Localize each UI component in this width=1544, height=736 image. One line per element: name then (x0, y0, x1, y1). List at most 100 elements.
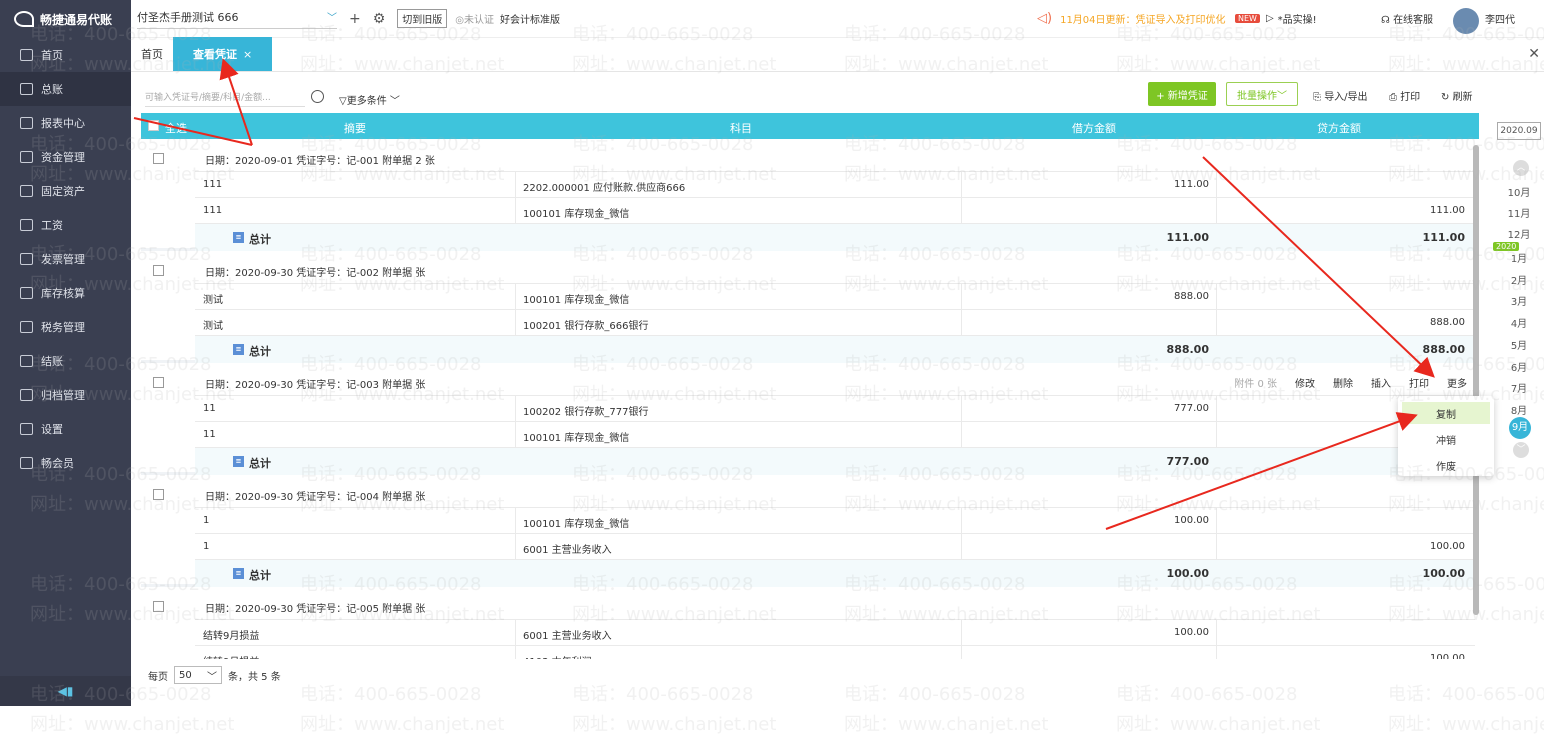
switch-version-button[interactable]: 切到旧版 (397, 9, 448, 28)
table-row[interactable]: 111 100101 库存现金_微信 111.00 (195, 197, 1475, 224)
search-input[interactable]: 可输入凭证号/摘要/科目/金额... (145, 90, 305, 107)
batch-operation-button[interactable]: 批量操作 ﹀ (1226, 82, 1298, 106)
sidebar-item-0[interactable]: 首页 (0, 38, 131, 72)
month-item[interactable]: 10月 (1497, 184, 1541, 199)
watermark-phone: 电话：400-665-0028 (572, 684, 754, 705)
cell-divider (515, 172, 516, 198)
sidebar-item-12[interactable]: 畅会员 (0, 446, 131, 480)
month-item[interactable]: 3月 (1497, 293, 1541, 308)
month-item[interactable]: 6月 (1497, 359, 1541, 374)
notice-text: 11月04日更新：凭证导入及打印优化 (1060, 15, 1226, 26)
month-item[interactable]: 12月 (1497, 226, 1541, 241)
edition-label: 好会计标准版 (500, 15, 561, 26)
voucher-checkbox[interactable] (153, 153, 164, 164)
month-item[interactable]: 5月 (1497, 337, 1541, 352)
voucher-checkbox[interactable] (153, 489, 164, 500)
table-row[interactable]: 11 100101 库存现金_微信 (195, 421, 1475, 448)
attach-button[interactable]: 附件 0 张 (1234, 375, 1277, 390)
month-item[interactable]: 1月 (1497, 250, 1541, 265)
tab-home[interactable]: 首页 (131, 37, 173, 71)
cell-divider (961, 172, 962, 198)
sidebar-item-6[interactable]: 发票管理 (0, 242, 131, 276)
sidebar-collapse-button[interactable]: ◀▮ (0, 676, 131, 706)
tab-view-voucher[interactable]: 查看凭证 × (173, 37, 273, 71)
col-subject: 科目 (730, 122, 752, 135)
sidebar-item-9[interactable]: 结账 (0, 344, 131, 378)
sidebar-item-10[interactable]: 归档管理 (0, 378, 131, 412)
print-button[interactable]: ⎙ 打印 (1389, 88, 1420, 103)
add-icon[interactable]: + (349, 11, 361, 27)
table-row[interactable]: 结转9月损益 6001 主营业务收入 100.00 (195, 619, 1475, 646)
cell-summary: 11 (203, 429, 216, 440)
edit-button[interactable]: 修改 (1295, 375, 1315, 390)
username[interactable]: 李四代 (1485, 11, 1515, 26)
sidebar-item-1[interactable]: 总账 (0, 72, 131, 106)
table-row[interactable]: 1 6001 主营业务收入 100.00 (195, 533, 1475, 560)
insert-button[interactable]: 插入 (1371, 375, 1391, 390)
voucher-checkbox[interactable] (153, 265, 164, 276)
sidebar-item-2[interactable]: 报表中心 (0, 106, 131, 140)
table-row[interactable]: 111 2202.000001 应付账款.供应商666 111.00 (195, 171, 1475, 198)
cell-summary: 测试 (203, 295, 223, 306)
brand-logo[interactable]: 畅捷通易代账 (0, 0, 131, 38)
top-header: 付圣杰手册测试 666 ﹀ + ⚙ 切到旧版 ◎未认证 好会计标准版 ◁) 11月0… (131, 0, 1544, 38)
watermark-site: 网址：www.chanjet.net (1388, 714, 1544, 735)
cell-divider (961, 396, 962, 422)
scrollbar-thumb[interactable] (1473, 145, 1479, 615)
close-icon[interactable]: × (243, 48, 252, 61)
menu-item-void[interactable]: 作废 (1398, 454, 1494, 476)
voucher-checkbox[interactable] (153, 601, 164, 612)
col-select-all[interactable]: 全选 (165, 120, 187, 136)
month-item[interactable]: 4月 (1497, 315, 1541, 330)
month-item-current[interactable]: 9月 (1509, 417, 1531, 439)
menu-item-reverse[interactable]: 冲销 (1398, 428, 1494, 450)
sidebar-item-11[interactable]: 设置 (0, 412, 131, 446)
table-row[interactable]: 测试 100201 银行存款_666银行 888.00 (195, 309, 1475, 336)
cell-summary: 11 (203, 403, 216, 414)
chevron-up-icon[interactable]: ︿ (1513, 160, 1529, 176)
cell-debit: 777.00 (1174, 403, 1209, 414)
uncertified-badge[interactable]: ◎未认证 (455, 11, 494, 26)
sidebar-item-7[interactable]: 库存核算 (0, 276, 131, 310)
search-icon[interactable] (311, 90, 324, 103)
close-panel-icon[interactable]: ✕ (1528, 46, 1540, 62)
month-item[interactable]: 7月 (1497, 380, 1541, 395)
more-button[interactable]: 更多 (1447, 375, 1467, 390)
import-export-button[interactable]: ⎘ 导入/导出 (1313, 88, 1368, 103)
menu-item-copy[interactable]: 复制 (1402, 402, 1490, 424)
sidebar-item-5[interactable]: 工资 (0, 208, 131, 242)
sidebar-item-8[interactable]: 税务管理 (0, 310, 131, 344)
add-voucher-button[interactable]: + 新增凭证 (1148, 82, 1216, 106)
promo-link[interactable]: NEW ▷ *品实操! (1235, 11, 1317, 26)
month-item[interactable]: 2月 (1497, 272, 1541, 287)
voucher-block: 日期：2020-09-30 凭证字号：记-002 附单据 张测试 100101 库… (141, 251, 1475, 363)
sidebar-item-3[interactable]: 资金管理 (0, 140, 131, 174)
month-item[interactable]: 11月 (1497, 205, 1541, 220)
gear-icon[interactable]: ⚙ (373, 11, 386, 27)
cell-credit: 888.00 (1430, 317, 1465, 328)
online-service[interactable]: ☊ 在线客服 (1381, 11, 1433, 26)
cell-divider (515, 310, 516, 336)
more-filter-button[interactable]: ▽更多条件 ﹀ (339, 92, 400, 107)
table-row[interactable]: 1 100101 库存现金_微信 100.00 (195, 507, 1475, 534)
refresh-button[interactable]: ↻ 刷新 (1441, 88, 1473, 103)
total-count: 条，共 5 条 (228, 671, 281, 683)
total-icon: ≡ (233, 568, 244, 579)
update-notice[interactable]: ◁) 11月04日更新：凭证导入及打印优化 (1037, 11, 1226, 26)
chevron-down-icon[interactable]: ﹀ (1513, 442, 1529, 458)
table-row[interactable]: 测试 100101 库存现金_微信 888.00 (195, 283, 1475, 310)
page-size-select[interactable]: 50 ﹀ (174, 666, 222, 684)
sidebar-item-label: 库存核算 (41, 287, 85, 300)
row-print-button[interactable]: 打印 (1409, 375, 1429, 390)
voucher-checkbox[interactable] (153, 377, 164, 388)
table-row[interactable]: 11 100202 银行存款_777银行 777.00 (195, 395, 1475, 422)
avatar[interactable] (1453, 8, 1479, 34)
select-all-checkbox[interactable] (148, 120, 159, 131)
month-navigator: 2020.09 ︿ 10月 11月 12月 1月 2月 3月 4月 5月 6月 7月 8月 9月 20… (1493, 120, 1544, 560)
table-row[interactable]: 结转9月损益 4103 本年利润 100.00 (195, 645, 1475, 659)
company-selector[interactable]: 付圣杰手册测试 666 ﹀ (137, 9, 337, 29)
month-item[interactable]: 8月 (1497, 402, 1541, 417)
delete-button[interactable]: 删除 (1333, 375, 1353, 390)
sidebar-item-4[interactable]: 固定资产 (0, 174, 131, 208)
period-display[interactable]: 2020.09 (1497, 122, 1541, 140)
